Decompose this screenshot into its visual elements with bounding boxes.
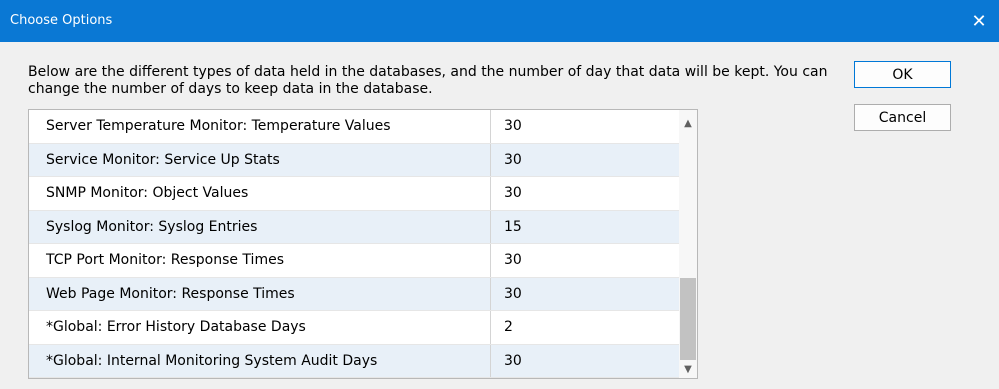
data-type-cell: Web Page Monitor: Response Times [29, 277, 491, 310]
grid-rows: Server Temperature Monitor: Temperature … [29, 110, 679, 378]
data-type-cell: Service Monitor: Service Up Stats [29, 143, 491, 176]
description-text: Below are the different types of data he… [28, 64, 828, 97]
chevron-down-icon[interactable]: ▼ [679, 360, 697, 378]
data-type-cell: *Global: Error History Database Days [29, 311, 491, 344]
days-cell[interactable]: 30 [491, 278, 679, 311]
close-button[interactable]: ✕ [959, 0, 999, 42]
days-cell[interactable]: 30 [491, 110, 679, 143]
cancel-button[interactable]: Cancel [854, 104, 951, 131]
ok-button[interactable]: OK [854, 61, 951, 88]
days-cell[interactable]: 2 [491, 311, 679, 344]
chevron-up-icon[interactable]: ▲ [679, 114, 697, 132]
title-bar: Choose Options ✕ [0, 0, 999, 42]
close-icon: ✕ [971, 10, 987, 32]
table-row[interactable]: *Global: Error History Database Days 2 [29, 311, 679, 345]
data-type-cell: Syslog Monitor: Syslog Entries [29, 210, 491, 243]
days-cell[interactable]: 30 [491, 177, 679, 210]
table-row[interactable]: TCP Port Monitor: Response Times 30 [29, 244, 679, 278]
data-type-cell: Server Temperature Monitor: Temperature … [29, 110, 491, 143]
table-row[interactable]: *Global: Internal Monitoring System Audi… [29, 344, 679, 378]
data-type-cell: SNMP Monitor: Object Values [29, 177, 491, 210]
days-cell[interactable]: 30 [491, 345, 679, 378]
data-type-cell: TCP Port Monitor: Response Times [29, 244, 491, 277]
table-row[interactable]: Web Page Monitor: Response Times 30 [29, 277, 679, 311]
days-cell[interactable]: 30 [491, 144, 679, 177]
table-row[interactable]: Syslog Monitor: Syslog Entries 15 [29, 210, 679, 244]
data-type-cell: *Global: Internal Monitoring System Audi… [29, 344, 491, 377]
days-cell[interactable]: 30 [491, 244, 679, 277]
table-row[interactable]: Service Monitor: Service Up Stats 30 [29, 143, 679, 177]
table-row[interactable]: Server Temperature Monitor: Temperature … [29, 110, 679, 144]
days-cell[interactable]: 15 [491, 211, 679, 244]
window-title: Choose Options [10, 13, 113, 28]
scrollbar-thumb[interactable] [680, 278, 696, 360]
table-row[interactable]: SNMP Monitor: Object Values 30 [29, 177, 679, 211]
vertical-scrollbar[interactable]: ▲ ▼ [679, 110, 697, 378]
retention-grid[interactable]: Server Temperature Monitor: Temperature … [28, 109, 698, 379]
